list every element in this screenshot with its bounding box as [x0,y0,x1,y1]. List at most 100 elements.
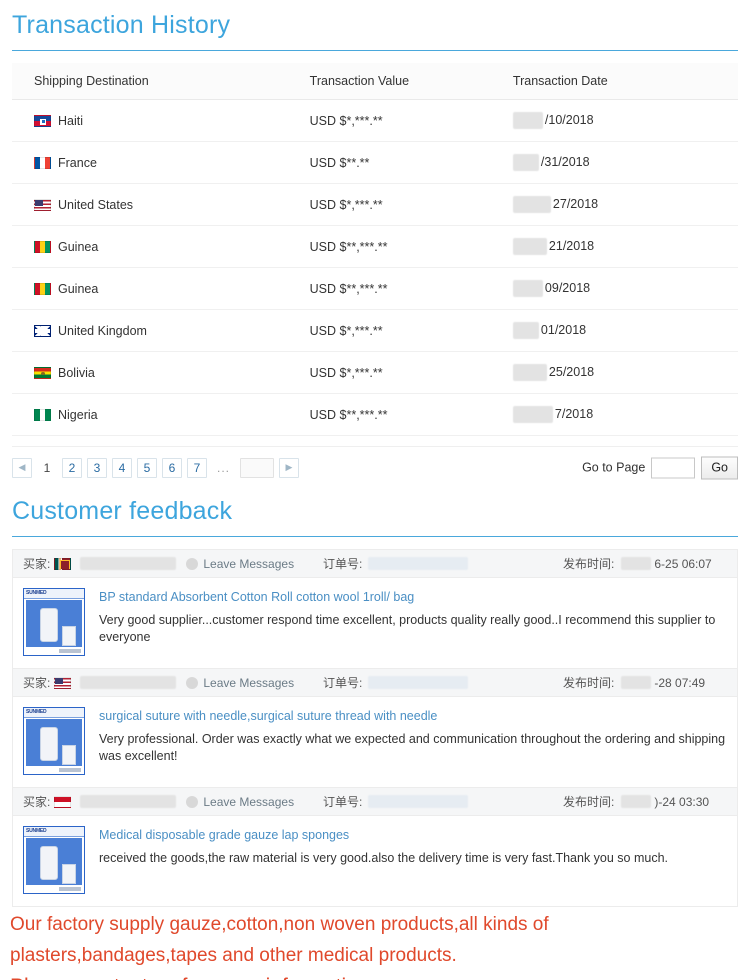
indonesia-flag [54,795,72,808]
table-row: Haiti USD $*,***.** /10/2018 [12,99,738,142]
go-button[interactable]: Go [701,456,738,479]
order-no-label: 订单号: [323,795,363,809]
cell-transaction-value: USD $*,***.** [309,99,513,142]
goto-page-group: Go to Page Go [582,456,738,479]
feedback-card: 买家: Leave Messages 订单号: 发布时间: )-24 03:30 SUNM… [12,787,738,907]
product-thumbnail[interactable]: SUNMED [23,588,85,656]
feedback-text-block: surgical suture with needle,surgical sut… [85,707,727,775]
pagination-prev-button[interactable]: ◀ [12,457,32,478]
table-header-row: Shipping Destination Transaction Value T… [12,63,738,100]
cell-destination: Guinea [12,267,310,310]
pagination-page-1[interactable]: 1 [37,458,57,478]
column-header-destination: Shipping Destination [12,63,310,100]
product-title-link[interactable]: BP standard Absorbent Cotton Roll cotton… [99,589,727,605]
cell-destination: Bolivia [12,351,310,394]
leave-messages-label: Leave Messages [203,675,295,690]
pagination-page-6[interactable]: 6 [162,457,182,478]
thumb-image [26,600,82,647]
srilanka-flag [54,557,72,570]
leave-messages-link[interactable]: Leave Messages [186,676,294,690]
redaction-block [512,322,539,339]
cell-transaction-value: USD $**.** [309,141,513,184]
country-name: Nigeria [58,407,98,422]
cell-transaction-date: 09/2018 [512,267,738,310]
leave-messages-link[interactable]: Leave Messages [186,557,294,571]
transaction-date-text: 27/2018 [552,196,599,211]
cell-destination: France [12,141,310,184]
leave-messages-link[interactable]: Leave Messages [186,795,294,809]
cell-transaction-date: 27/2018 [512,183,738,226]
transaction-table-container: Shipping Destination Transaction Value T… [0,63,750,436]
thumb-footer [24,648,84,655]
post-time-redacted [621,557,652,570]
redaction-block [512,196,551,213]
product-title-link[interactable]: surgical suture with needle,surgical sut… [99,708,727,724]
buyer-segment: 买家: Leave Messages [23,793,323,810]
time-segment: 发布时间: -28 07:49 [563,674,727,691]
nigeria-flag [34,408,51,421]
product-title-link[interactable]: Medical disposable grade gauze lap spong… [99,827,668,843]
pagination-page-3[interactable]: 3 [87,457,107,478]
post-time-text: 6-25 06:07 [654,556,712,571]
pagination-next-button[interactable]: ▶ [279,457,300,478]
pagination-page-7[interactable]: 7 [187,457,207,478]
goto-page-input[interactable] [651,457,696,478]
cell-destination: Guinea [12,225,310,268]
goto-page-label: Go to Page [582,460,646,475]
buyer-name-redacted [80,557,177,570]
feedback-divider [12,536,738,537]
transaction-date-text: /31/2018 [540,154,590,169]
pagination-last-page-redacted[interactable] [240,457,275,478]
promo-block: Our factory supply gauze,cotton,non wove… [0,907,750,980]
post-time-label: 发布时间: [563,795,615,809]
haiti-flag [34,114,51,127]
order-segment: 订单号: [323,555,563,572]
country-name: France [58,155,97,170]
redaction-block [512,280,543,297]
column-header-value: Transaction Value [309,63,513,100]
cell-destination: Nigeria [12,393,310,436]
table-row: United States USD $*,***.** 27/2018 [12,183,738,226]
feedback-card-body: SUNMED surgical suture with needle,surgic… [13,697,737,787]
leave-messages-label: Leave Messages [203,794,295,809]
redaction-block [512,364,547,381]
thumb-brand: SUNMED [26,828,47,834]
post-time-label: 发布时间: [563,557,615,571]
buyer-segment: 买家: Leave Messages [23,555,323,572]
feedback-title: Customer feedback [12,497,233,525]
feedback-card: 买家: Leave Messages 订单号: 发布时间: -28 07:49 SUNME… [12,668,738,787]
pagination-list: ◀ 1 2 3 4 5 6 7... ▶ [12,457,300,478]
promo-line-3[interactable]: Please contact us for more information >… [10,971,740,980]
product-thumbnail[interactable]: SUNMED [23,707,85,775]
feedback-comment: Very good supplier...customer respond ti… [99,613,716,644]
time-segment: 发布时间: 6-25 06:07 [563,555,727,572]
transaction-date-text: 01/2018 [540,322,587,337]
feedback-comment: received the goods,the raw material is v… [99,851,669,865]
cell-transaction-date: 25/2018 [512,351,738,394]
post-time-text: )-24 03:30 [654,794,710,809]
transaction-history-header: Transaction History [0,0,750,46]
table-row: France USD $**.** /31/2018 [12,141,738,184]
page-root: Transaction History Shipping Destination… [0,0,750,980]
table-row: Guinea USD $**,***.** 21/2018 [12,225,738,268]
feedback-comment: Very professional. Order was exactly wha… [99,732,726,763]
pagination-page-5[interactable]: 5 [137,457,157,478]
table-row: United Kingdom USD $*,***.** 01/2018 [12,309,738,352]
france-flag [34,156,51,169]
guinea-flag [34,240,51,253]
redaction-block [512,154,539,171]
pagination-page-2[interactable]: 2 [62,457,82,478]
redaction-block [512,238,547,255]
thumb-footer [24,886,84,893]
country-name: Haiti [58,113,84,128]
country-name: Bolivia [58,365,95,380]
product-thumbnail[interactable]: SUNMED [23,826,85,894]
buyer-label: 买家: [23,795,51,809]
feedback-card: 买家: Leave Messages 订单号: 发布时间: 6-25 06:07 SUNM… [12,549,738,668]
cell-transaction-date: 7/2018 [512,393,738,436]
column-header-date: Transaction Date [512,63,738,100]
cell-transaction-value: USD $*,***.** [309,309,513,352]
feedback-text-block: BP standard Absorbent Cotton Roll cotton… [85,588,727,656]
pagination-page-4[interactable]: 4 [112,457,132,478]
buyer-label: 买家: [23,676,51,690]
